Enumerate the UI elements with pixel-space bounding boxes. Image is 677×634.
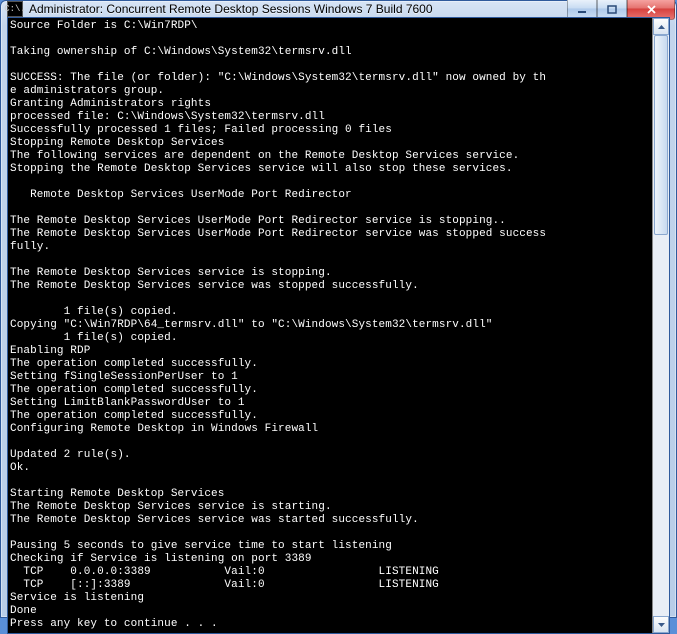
console-line: fully. [10, 241, 650, 254]
console-line: The Remote Desktop Services UserMode Por… [10, 228, 650, 241]
vertical-scrollbar[interactable] [652, 18, 669, 633]
console-line: Successfully processed 1 files; Failed p… [10, 124, 650, 137]
console-line: Pausing 5 seconds to give service time t… [10, 540, 650, 553]
console-line: The Remote Desktop Services service is s… [10, 267, 650, 280]
console-line: processed file: C:\Windows\System32\term… [10, 111, 650, 124]
console-line: Granting Administrators rights [10, 98, 650, 111]
cmd-icon: C:\. [7, 1, 23, 17]
console-line: Press any key to continue . . . [10, 618, 650, 631]
titlebar[interactable]: C:\. Administrator: Concurrent Remote De… [1, 1, 676, 17]
console-line [10, 436, 650, 449]
console-line: The Remote Desktop Services service is s… [10, 501, 650, 514]
console-line: Taking ownership of C:\Windows\System32\… [10, 46, 650, 59]
console-line: The Remote Desktop Services service was … [10, 514, 650, 527]
console-line: The operation completed successfully. [10, 384, 650, 397]
console-line [10, 475, 650, 488]
window-title: Administrator: Concurrent Remote Desktop… [29, 2, 433, 16]
chevron-up-icon [658, 25, 665, 29]
console-line: Setting LimitBlankPasswordUser to 1 [10, 397, 650, 410]
console-line: Copying "C:\Win7RDP\64_termsrv.dll" to "… [10, 319, 650, 332]
console-line: Stopping Remote Desktop Services [10, 137, 650, 150]
console-line: The operation completed successfully. [10, 410, 650, 423]
console-line: 1 file(s) copied. [10, 306, 650, 319]
console-line: Ok. [10, 462, 650, 475]
console-output[interactable]: Source Folder is C:\Win7RDP\ Taking owne… [8, 18, 652, 633]
scroll-thumb[interactable] [654, 35, 668, 235]
console-line: The following services are dependent on … [10, 150, 650, 163]
console-line: Stopping the Remote Desktop Services ser… [10, 163, 650, 176]
console-line: Service is listening [10, 592, 650, 605]
console-line [10, 293, 650, 306]
console-line: Setting fSingleSessionPerUser to 1 [10, 371, 650, 384]
client-area: Source Folder is C:\Win7RDP\ Taking owne… [7, 17, 670, 634]
console-line [10, 33, 650, 46]
console-line: 1 file(s) copied. [10, 332, 650, 345]
chevron-down-icon [658, 623, 665, 627]
console-line: e administrators group. [10, 85, 650, 98]
maximize-icon [607, 5, 617, 15]
console-line: The Remote Desktop Services service was … [10, 280, 650, 293]
console-line: TCP [::]:3389 Vail:0 LISTENING [10, 579, 650, 592]
console-line: Checking if Service is listening on port… [10, 553, 650, 566]
console-line: Source Folder is C:\Win7RDP\ [10, 20, 650, 33]
console-line: Done [10, 605, 650, 618]
scroll-down-button[interactable] [653, 616, 669, 633]
minimize-icon [577, 5, 587, 15]
console-window: C:\. Administrator: Concurrent Remote De… [0, 0, 677, 618]
console-line: Remote Desktop Services UserMode Port Re… [10, 189, 650, 202]
console-line [10, 59, 650, 72]
console-line [10, 527, 650, 540]
console-line: SUCCESS: The file (or folder): "C:\Windo… [10, 72, 650, 85]
console-line: Starting Remote Desktop Services [10, 488, 650, 501]
scroll-track[interactable] [653, 35, 669, 616]
console-line: Updated 2 rule(s). [10, 449, 650, 462]
console-line: Configuring Remote Desktop in Windows Fi… [10, 423, 650, 436]
console-line [10, 254, 650, 267]
console-line: TCP 0.0.0.0:3389 Vail:0 LISTENING [10, 566, 650, 579]
console-line: The Remote Desktop Services UserMode Por… [10, 215, 650, 228]
close-icon [646, 4, 657, 15]
console-line [10, 176, 650, 189]
console-line: Enabling RDP [10, 345, 650, 358]
console-line [10, 202, 650, 215]
scroll-up-button[interactable] [653, 18, 669, 35]
console-line: The operation completed successfully. [10, 358, 650, 371]
